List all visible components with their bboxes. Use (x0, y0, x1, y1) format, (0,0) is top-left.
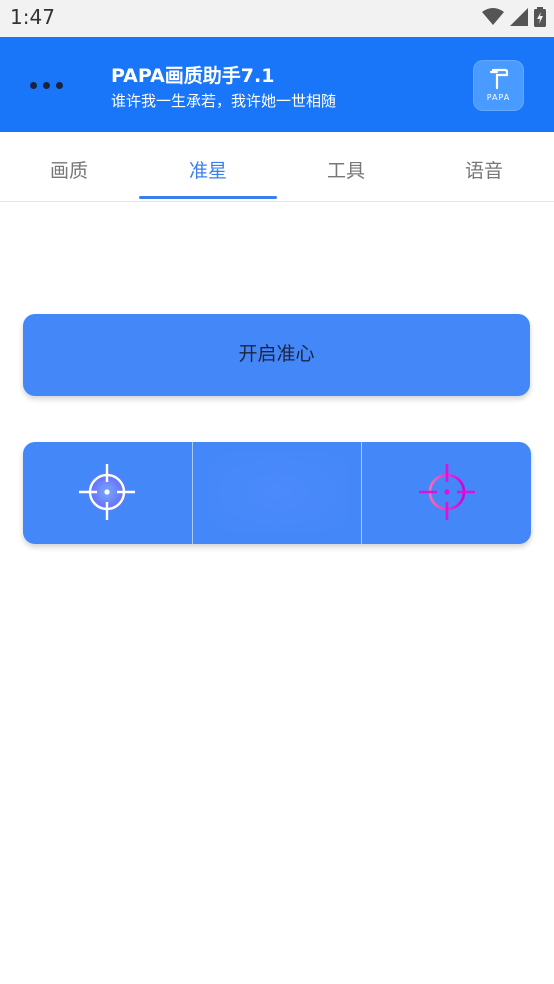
tab-indicator (139, 196, 277, 199)
app-header: PAPA画质助手7.1 谁许我一生承若，我许她一世相随 PAPA (0, 37, 554, 132)
enable-crosshair-button[interactable]: 开启准心 (23, 314, 530, 396)
app-logo[interactable]: PAPA (473, 60, 524, 111)
crosshair-option-white[interactable] (23, 442, 191, 544)
app-title: PAPA画质助手7.1 (111, 65, 275, 87)
battery-charging-icon (534, 7, 546, 27)
more-dots-icon[interactable] (30, 75, 76, 95)
tab-voice[interactable]: 语音 (415, 132, 553, 202)
tab-tools[interactable]: 工具 (277, 132, 415, 202)
crosshair-option-magenta[interactable] (363, 442, 531, 544)
tab-crosshair[interactable]: 准星 (139, 132, 277, 202)
app-subtitle: 谁许我一生承若，我许她一世相随 (111, 92, 337, 110)
flag-icon (489, 68, 509, 90)
logo-text: PAPA (486, 93, 511, 102)
white-crosshair-icon (79, 464, 135, 520)
crosshair-options (23, 442, 531, 544)
status-time: 1:47 (10, 5, 55, 29)
status-bar: 1:47 (0, 0, 554, 37)
tab-bar: 画质 准星 工具 语音 (0, 132, 554, 202)
tab-image-quality[interactable]: 画质 (0, 132, 138, 202)
magenta-crosshair-icon (419, 464, 475, 520)
crosshair-option-empty[interactable] (192, 442, 362, 544)
signal-icon (510, 8, 528, 26)
empty-slot-glow (209, 452, 347, 532)
wifi-icon (482, 8, 504, 25)
status-icons (482, 7, 546, 27)
